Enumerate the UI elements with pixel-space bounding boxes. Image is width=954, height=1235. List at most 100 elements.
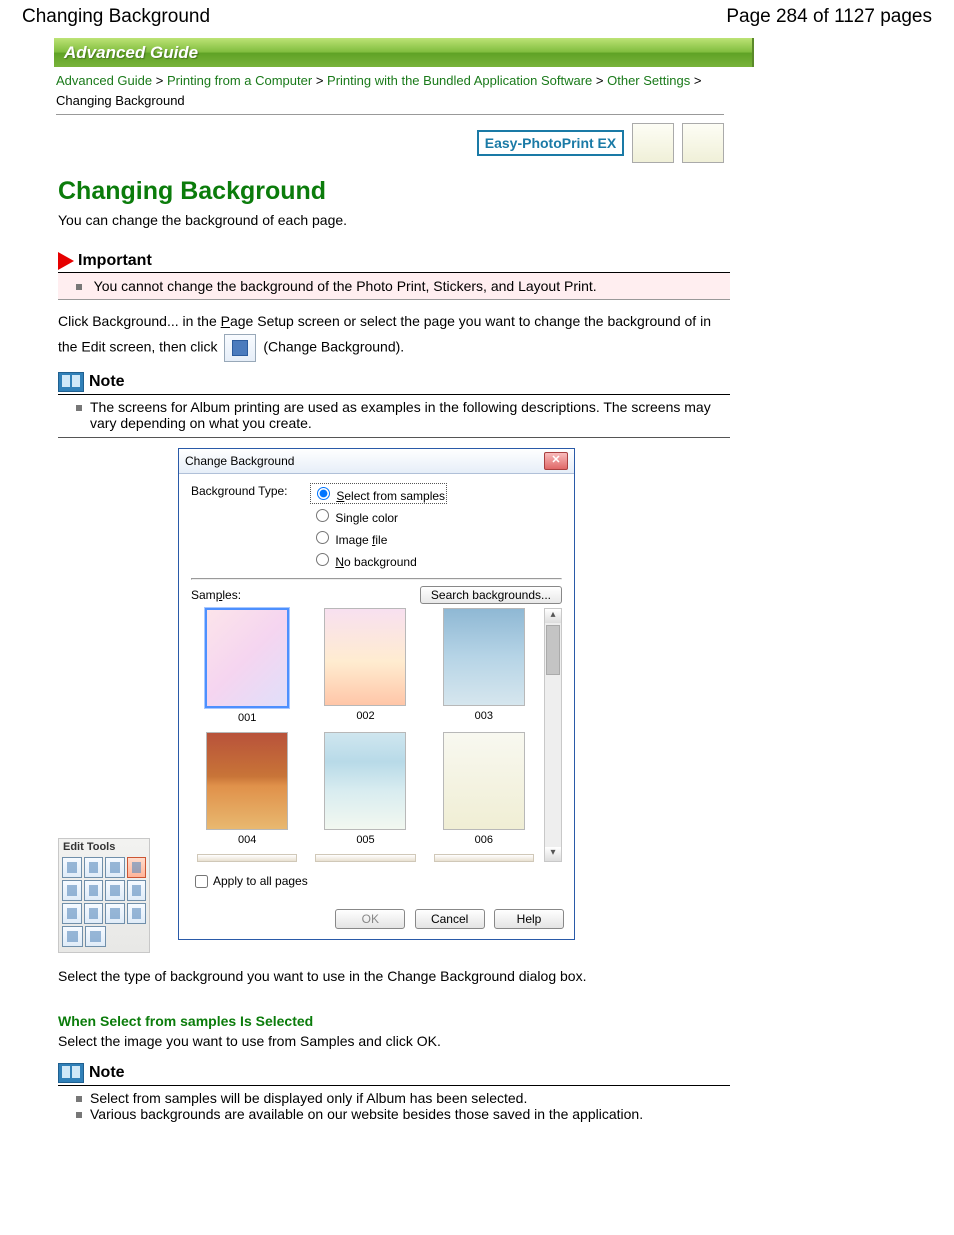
instruction-paragraph: Click Background... in the Page Setup sc…: [58, 310, 730, 362]
text-underlined: P: [221, 313, 230, 329]
sample-item[interactable]: 006: [428, 732, 540, 846]
tool-button[interactable]: [105, 880, 125, 901]
tool-button[interactable]: [84, 857, 104, 878]
change-background-dialog: Change Background ✕ Background Type: Sel…: [178, 448, 575, 940]
tool-button[interactable]: [105, 857, 125, 878]
bgtype-label: Background Type:: [191, 484, 311, 572]
bullet-icon: [76, 405, 82, 411]
scroll-down-icon[interactable]: ▾: [545, 847, 561, 861]
note-body: Select from samples will be displayed on…: [58, 1086, 730, 1128]
flag-icon: [58, 252, 74, 270]
opt-text: Single color: [335, 511, 398, 525]
scrollbar[interactable]: ▴ ▾: [544, 608, 562, 862]
dialog-title: Change Background: [185, 454, 294, 468]
tool-button[interactable]: [127, 880, 147, 901]
close-button[interactable]: ✕: [544, 452, 568, 470]
sample-item[interactable]: 001: [191, 608, 303, 724]
note-icon: [58, 372, 84, 392]
tool-button[interactable]: [62, 880, 82, 901]
note-icon: [58, 1063, 84, 1083]
radio-input[interactable]: [316, 509, 329, 522]
tool-button[interactable]: [62, 926, 83, 947]
sample-thumbnail: [205, 608, 289, 708]
apply-all-label: Apply to all pages: [213, 874, 308, 888]
sample-item[interactable]: 003: [428, 608, 540, 724]
sample-caption: 005: [309, 834, 421, 846]
guide-banner: Advanced Guide: [54, 38, 754, 67]
sample-strip: [428, 854, 540, 862]
tool-button[interactable]: [62, 857, 82, 878]
apply-all-checkbox[interactable]: [195, 875, 208, 888]
cancel-button[interactable]: Cancel: [415, 909, 485, 929]
section-text: Select the image you want to use from Sa…: [58, 1033, 730, 1049]
breadcrumb-link[interactable]: Advanced Guide: [56, 73, 152, 88]
divider: [191, 578, 562, 580]
page-indicator: Page 284 of 1127 pages: [726, 6, 932, 28]
sample-thumbnail: [443, 608, 525, 706]
radio-no-background[interactable]: No background: [311, 550, 446, 569]
content-heading: Changing Background: [58, 177, 730, 206]
edit-tools-panel: Edit Tools: [58, 838, 150, 953]
radio-input[interactable]: [317, 487, 330, 500]
radio-single-color[interactable]: Single color: [311, 506, 446, 525]
sample-strip: [309, 854, 421, 862]
important-header: Important: [58, 252, 730, 273]
sample-item[interactable]: 002: [309, 608, 421, 724]
tool-button[interactable]: [127, 903, 147, 924]
app-icon-2: [682, 123, 724, 163]
sample-caption: 003: [428, 710, 540, 722]
bullet-icon: [76, 284, 82, 290]
sample-caption: 002: [309, 710, 421, 722]
note-text: The screens for Album printing are used …: [90, 399, 730, 431]
important-text: You cannot change the background of the …: [94, 278, 597, 294]
breadcrumb: Advanced Guide > Printing from a Compute…: [56, 67, 736, 112]
help-button[interactable]: Help: [494, 909, 564, 929]
breadcrumb-current: Changing Background: [56, 93, 185, 108]
app-badge: Easy-PhotoPrint EX: [477, 130, 624, 156]
note-header: Note: [58, 372, 730, 395]
radio-image-file[interactable]: Image file: [311, 528, 446, 547]
sample-thumbnail: [443, 732, 525, 830]
note-text: Various backgrounds are available on our…: [90, 1106, 730, 1122]
divider: [56, 114, 724, 115]
tool-button[interactable]: [84, 903, 104, 924]
tool-button[interactable]: [85, 926, 106, 947]
note-text: Select from samples will be displayed on…: [90, 1090, 730, 1106]
page-title: Changing Background: [22, 6, 210, 28]
radio-input[interactable]: [316, 553, 329, 566]
search-backgrounds-button[interactable]: Search backgrounds...: [420, 586, 562, 604]
note-header: Note: [58, 1063, 730, 1086]
sample-caption: 006: [428, 834, 540, 846]
tool-button[interactable]: [105, 903, 125, 924]
text-fragment: (Change Background).: [263, 339, 404, 355]
tool-button[interactable]: [84, 880, 104, 901]
sample-thumbnail: [206, 732, 288, 830]
breadcrumb-link[interactable]: Printing from a Computer: [167, 73, 312, 88]
sample-caption: 004: [191, 834, 303, 846]
tool-button[interactable]: [62, 903, 82, 924]
text-fragment: Click Background... in the: [58, 313, 221, 329]
scroll-up-icon[interactable]: ▴: [545, 609, 561, 623]
sample-item[interactable]: 004: [191, 732, 303, 846]
tool-button[interactable]: [127, 857, 147, 878]
sample-caption: 001: [191, 712, 303, 724]
sample-strip: [191, 854, 303, 862]
breadcrumb-link[interactable]: Other Settings: [607, 73, 690, 88]
sample-item[interactable]: 005: [309, 732, 421, 846]
after-dialog-text: Select the type of background you want t…: [58, 965, 730, 989]
radio-select-samples[interactable]: Select from samples: [311, 484, 446, 503]
section-heading: When Select from samples Is Selected: [58, 1013, 730, 1029]
scroll-thumb[interactable]: [546, 625, 560, 675]
important-box: You cannot change the background of the …: [58, 273, 730, 300]
sample-thumbnail: [324, 732, 406, 830]
app-icon-1: [632, 123, 674, 163]
bullet-icon: [76, 1096, 82, 1102]
breadcrumb-link[interactable]: Printing with the Bundled Application So…: [327, 73, 592, 88]
note-label: Note: [89, 1064, 125, 1082]
bullet-icon: [76, 1112, 82, 1118]
change-background-icon: [224, 334, 256, 362]
radio-input[interactable]: [316, 531, 329, 544]
intro-text: You can change the background of each pa…: [58, 212, 730, 228]
ok-button[interactable]: OK: [335, 909, 405, 929]
edit-tools-title: Edit Tools: [59, 839, 149, 856]
